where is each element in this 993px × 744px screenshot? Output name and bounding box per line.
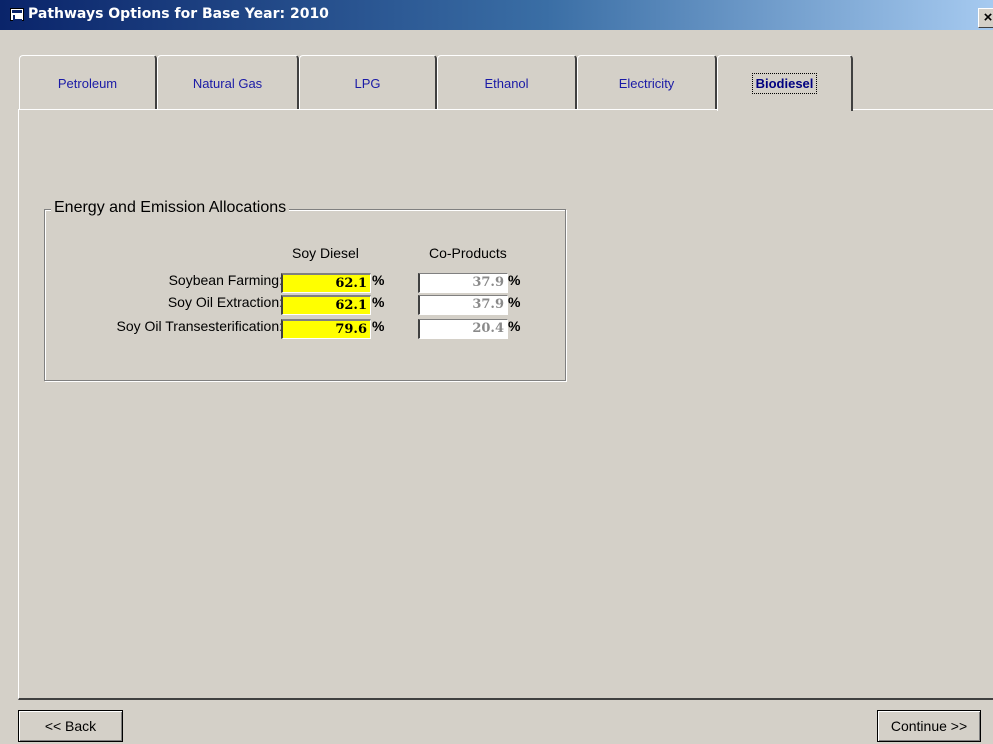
tab-petroleum[interactable]: Petroleum	[19, 55, 157, 109]
percent-unit: %	[508, 294, 521, 310]
tab-label: Biodiesel	[751, 73, 818, 94]
tab-label: Electricity	[618, 76, 675, 91]
tab-label: Ethanol	[484, 76, 529, 91]
percent-unit: %	[372, 272, 385, 288]
tab-label: Natural Gas	[192, 76, 263, 91]
row-label-soy-oil-transesterification: Soy Oil Transesterification:	[116, 318, 283, 334]
soy-diesel-soybean-farming-input[interactable]: 62.1	[281, 273, 371, 293]
title-bar: Pathways Options for Base Year: 2010 ×	[0, 0, 993, 30]
group-title: Energy and Emission Allocations	[51, 199, 290, 217]
tab-label: LPG	[354, 76, 381, 91]
percent-unit: %	[372, 318, 385, 334]
close-button[interactable]: ×	[978, 8, 993, 28]
back-button[interactable]: << Back	[18, 710, 123, 742]
app-window-icon	[10, 8, 24, 21]
tab-natural-gas[interactable]: Natural Gas	[157, 55, 299, 109]
tab-electricity[interactable]: Electricity	[577, 55, 717, 109]
co-products-soybean-farming-input[interactable]: 37.9	[418, 273, 508, 293]
row-label-soy-oil-extraction: Soy Oil Extraction:	[167, 294, 283, 310]
co-products-soy-oil-extraction-input[interactable]: 37.9	[418, 295, 508, 315]
energy-emission-allocations-group: Energy and Emission Allocations Soy Dies…	[44, 199, 566, 381]
tab-ethanol[interactable]: Ethanol	[437, 55, 577, 109]
column-header-co-products: Co-Products	[429, 245, 507, 261]
column-header-soy-diesel: Soy Diesel	[292, 245, 359, 261]
tab-biodiesel[interactable]: Biodiesel	[717, 55, 853, 111]
percent-unit: %	[372, 294, 385, 310]
row-label-soybean-farming: Soybean Farming:	[168, 272, 283, 288]
tab-label: Petroleum	[57, 76, 118, 91]
continue-button[interactable]: Continue >>	[877, 710, 981, 742]
co-products-soy-oil-transesterification-input[interactable]: 20.4	[418, 319, 508, 339]
tab-lpg[interactable]: LPG	[299, 55, 437, 109]
tab-panel-biodiesel: Energy and Emission Allocations Soy Dies…	[18, 109, 993, 700]
percent-unit: %	[508, 272, 521, 288]
window-title: Pathways Options for Base Year: 2010	[28, 6, 329, 22]
percent-unit: %	[508, 318, 521, 334]
soy-diesel-soy-oil-extraction-input[interactable]: 62.1	[281, 295, 371, 315]
soy-diesel-soy-oil-transesterification-input[interactable]: 79.6	[281, 319, 371, 339]
